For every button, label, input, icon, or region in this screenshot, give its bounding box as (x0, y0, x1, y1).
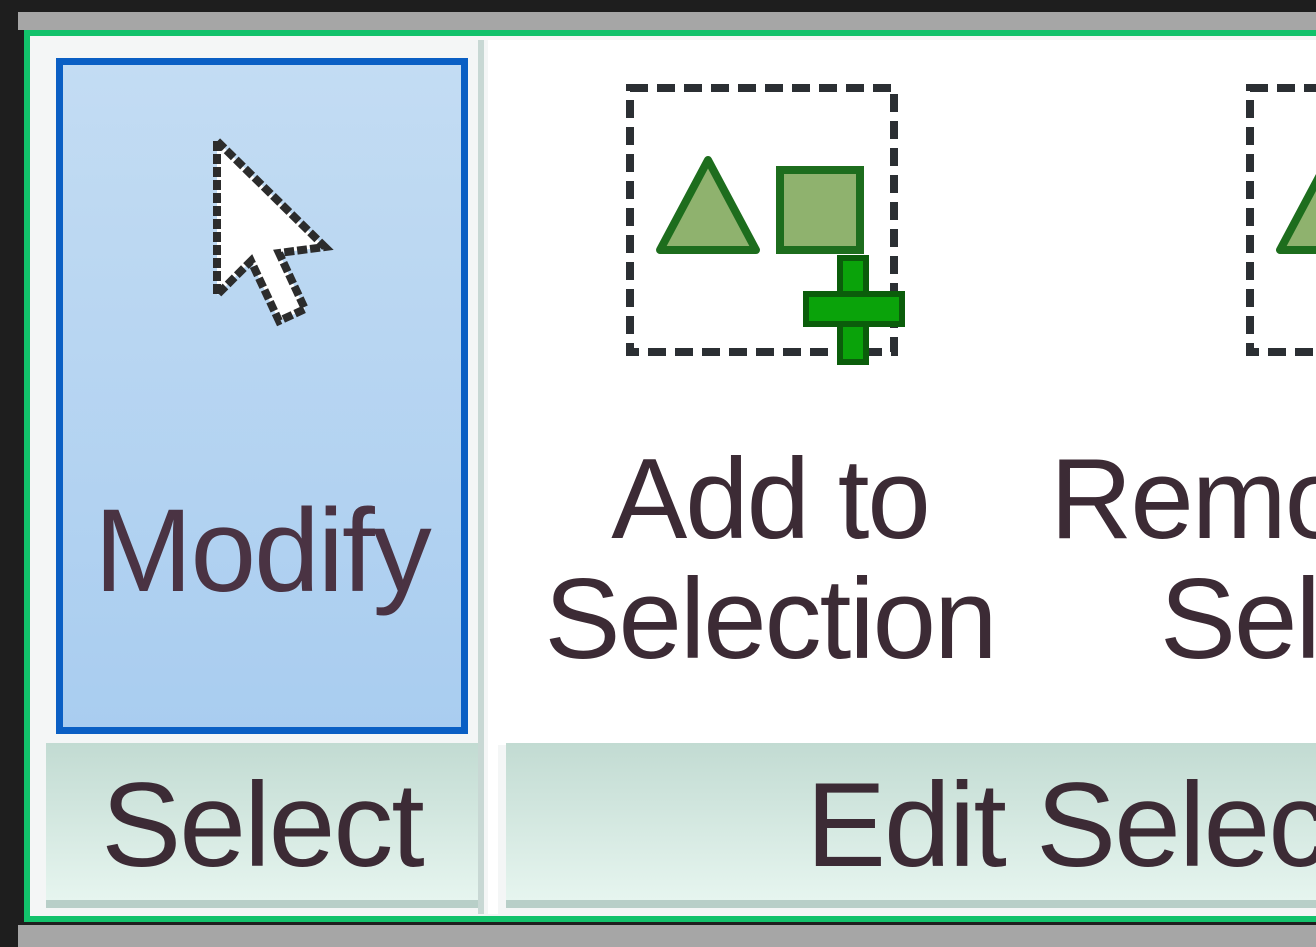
edit-selection-group-text: Edit Select (806, 758, 1316, 892)
add-label-line2: Selection (544, 556, 998, 683)
modify-label: Modify (94, 485, 432, 617)
add-to-selection-label: Add to Selection (530, 440, 1010, 680)
edit-selection-group-label: Edit Select (506, 743, 1316, 908)
select-group-text: Select (101, 758, 425, 892)
add-to-selection-icon (626, 84, 905, 365)
window-frame-top (18, 12, 1316, 30)
remove-from-selection-icon (1246, 84, 1316, 356)
add-to-selection-button[interactable]: Add to Selection (545, 80, 997, 700)
select-group-label: Select (46, 743, 478, 908)
cursor-arrow-icon (213, 135, 334, 327)
panel-divider (478, 40, 484, 914)
remove-label-line1: Remo (1050, 440, 1316, 563)
modify-button[interactable]: Modify (56, 58, 468, 734)
remove-label-line2: Sel (1160, 556, 1316, 680)
panel-divider-highlight (488, 40, 498, 914)
remove-from-selection-label: Remo Sel (1050, 440, 1316, 680)
add-label-line1: Add to (611, 436, 931, 563)
window-frame-bottom (18, 925, 1316, 947)
